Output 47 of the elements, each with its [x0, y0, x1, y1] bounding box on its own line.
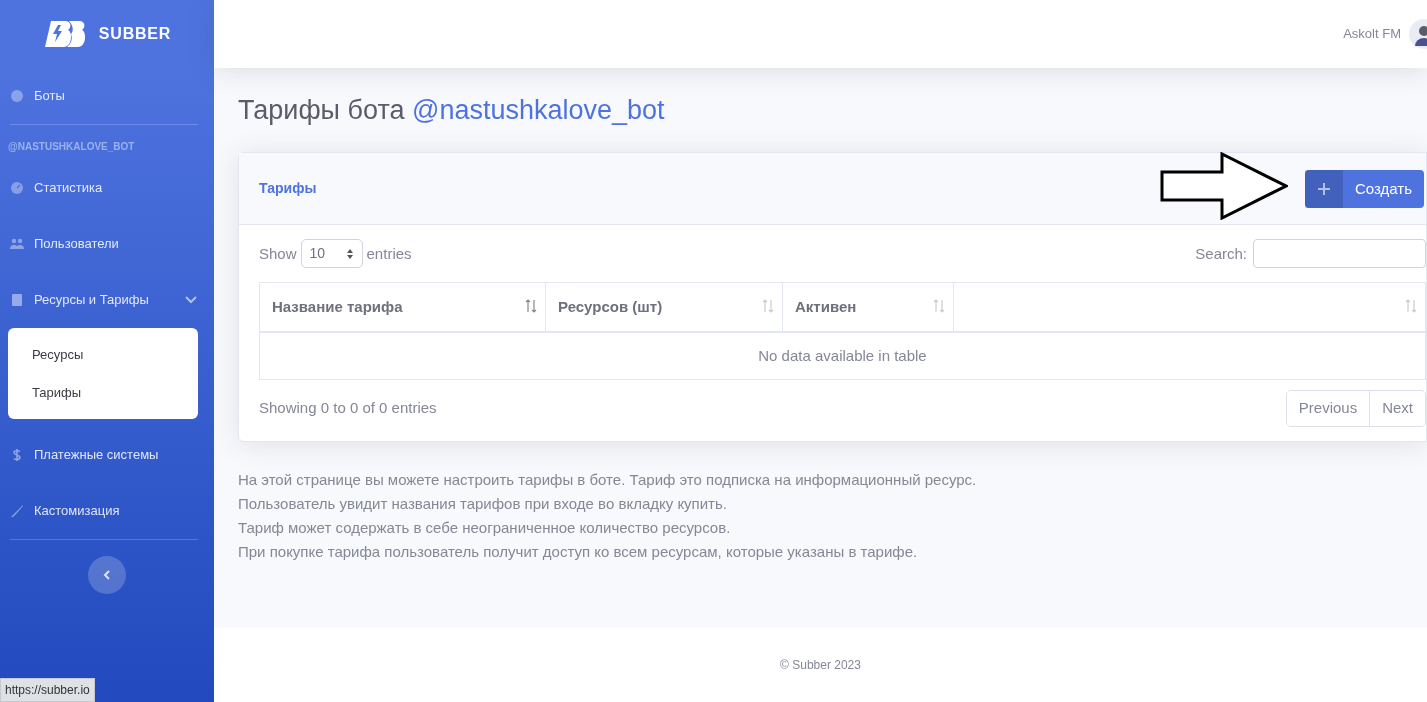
collapse-button[interactable]: [88, 556, 126, 594]
sort-icon: [762, 299, 774, 314]
logo-icon: [42, 19, 85, 49]
help-text: Тариф может содержать в себе неограниченное количество ресурсов.: [238, 517, 732, 538]
dollar-icon: [10, 448, 24, 462]
brand-name: SUBBER: [98, 24, 172, 44]
brush-icon: [10, 504, 24, 518]
page-title: Тарифы бота @nastushkalove_bot: [238, 94, 666, 127]
sidebar-item[interactable]: Статистика: [0, 160, 214, 216]
circle-icon: [10, 89, 24, 103]
submenu-item[interactable]: Тарифы: [8, 373, 198, 411]
sort-icon: [933, 299, 945, 314]
column-header[interactable]: Ресурсов (шт): [545, 282, 783, 332]
sidebar-item[interactable]: Кастомизация: [0, 483, 214, 539]
footer-text: © Subber 2023: [214, 628, 1427, 702]
sort-icon: [1405, 299, 1417, 314]
book-icon: [10, 293, 24, 307]
column-header[interactable]: Название тарифа: [259, 282, 546, 332]
plus-icon: [1317, 181, 1331, 196]
search-label: Search:: [1195, 243, 1247, 264]
gauge-icon: [10, 181, 24, 195]
pager-button[interactable]: Next: [1369, 391, 1425, 426]
help-text: На этой странице вы можете настроить тарифы в боте. Тариф это подписка на информационный ресурс.: [238, 469, 978, 490]
sidebar-item[interactable]: Платежные системы: [0, 427, 214, 483]
empty-table-message: No data available in table: [259, 331, 1426, 380]
card-title: Тарифы: [259, 179, 317, 199]
submenu-item[interactable]: Ресурсы: [8, 336, 198, 374]
help-text: При покупке тарифа пользователь получит доступ ко всем ресурсам, которые указаны в тарифе.: [238, 541, 919, 562]
bot-link[interactable]: @nastushkalove_bot: [412, 95, 665, 125]
sort-icon: [525, 299, 537, 314]
search-field[interactable]: [1253, 239, 1426, 269]
updown-icon: [345, 247, 354, 260]
sidebar-item[interactable]: Ресурсы и Тарифы: [0, 272, 214, 328]
chevron-left-icon: [102, 569, 112, 581]
users-icon: [10, 237, 24, 251]
entries-select[interactable]: 10: [300, 239, 363, 269]
table-info: Showing 0 to 0 of 0 entries: [259, 398, 437, 419]
show-label: Show: [259, 243, 297, 264]
create-button[interactable]: Создать: [1305, 169, 1424, 208]
help-text: Пользователь увидит названия тарифов при входе во вкладку купить.: [238, 493, 728, 514]
column-header-blank[interactable]: [953, 282, 1426, 332]
sidebar-item[interactable]: Пользователи: [0, 216, 214, 272]
sidebar-heading: @NASTUSHKALOVE_BOT: [7, 140, 136, 154]
sidebar-item[interactable]: Боты: [0, 68, 214, 124]
entries-label: entries: [366, 243, 412, 264]
user-name[interactable]: Askolt FM: [1343, 24, 1401, 44]
column-header[interactable]: Активен: [782, 282, 954, 332]
